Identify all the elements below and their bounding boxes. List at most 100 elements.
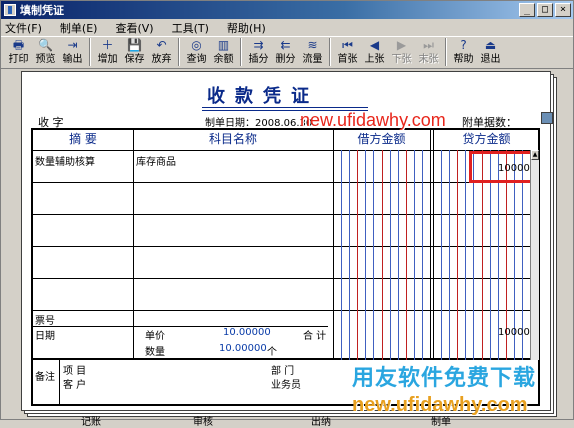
amount-rule bbox=[465, 150, 467, 360]
toolbar-label: 余额 bbox=[213, 54, 234, 65]
amount-rule bbox=[389, 150, 391, 360]
qty-unit: 个 bbox=[267, 347, 277, 358]
toolbar-label: 放弃 bbox=[151, 54, 172, 65]
toolbar-button-9[interactable]: ▥ 余额 bbox=[210, 38, 237, 68]
header-credit: 贷方金额 bbox=[462, 132, 511, 146]
row1-account[interactable]: 库存商品 bbox=[136, 153, 176, 168]
grid-scrollbar[interactable]: ▲ bbox=[530, 150, 539, 360]
toolbar-separator bbox=[89, 38, 91, 66]
maximize-button[interactable]: □ bbox=[537, 3, 553, 17]
footer-cashier: 出纳 bbox=[311, 417, 331, 428]
save-icon: 💾 bbox=[127, 38, 142, 52]
dept-label: 部 门 bbox=[271, 366, 295, 377]
amount-rule bbox=[381, 150, 383, 360]
toolbar-button-21[interactable]: ⏏ 退出 bbox=[477, 38, 504, 68]
toolbar-button-13[interactable]: ≋ 流量 bbox=[299, 38, 326, 68]
toolbar-label: 退出 bbox=[480, 54, 501, 65]
toolbar-button-6[interactable]: ↶ 放弃 bbox=[148, 38, 175, 68]
toolbar-button-4[interactable]: ＋ 增加 bbox=[94, 38, 121, 68]
watermark-cn: 用友软件免费下载 bbox=[352, 366, 537, 391]
toolbar-button-0[interactable]: 🖶 打印 bbox=[5, 38, 32, 68]
voucher-area: 收款凭证 收 字 制单日期：2008.06.30 附单据数： 摘 要 科目名称 … bbox=[21, 71, 557, 428]
preview-icon: 🔍 bbox=[38, 38, 53, 52]
toolbar-button-5[interactable]: 💾 保存 bbox=[121, 38, 148, 68]
footer-audit: 审核 bbox=[193, 417, 213, 428]
qty-label: 数量 bbox=[145, 347, 165, 358]
toolbar-label: 插分 bbox=[248, 54, 269, 65]
amount-rule bbox=[405, 150, 407, 360]
toolbar-label: 查询 bbox=[186, 54, 207, 65]
app-icon bbox=[4, 4, 16, 16]
toolbar-label: 预览 bbox=[35, 54, 56, 65]
toolbar-label: 首张 bbox=[337, 54, 358, 65]
balance-chart-icon: ▥ bbox=[217, 38, 230, 52]
customer-label: 客 户 bbox=[63, 380, 87, 391]
toolbar-label: 保存 bbox=[124, 54, 145, 65]
staff-label: 业务员 bbox=[271, 380, 301, 391]
toolbar-button-1[interactable]: 🔍 预览 bbox=[32, 38, 59, 68]
amount-rule bbox=[397, 150, 399, 360]
unit-price-label: 单价 bbox=[145, 331, 165, 342]
toolbar: 🖶 打印 🔍 预览 ⇥ 输出＋增加 💾 保存 ↶ 放弃 ◎ 查询 ▥ 余额 ⇉ 插分 ⇇ 删分 ≋ 流量 ⏮ 首张 ◀ 上张 ▶… bbox=[1, 36, 573, 69]
toolbar-button-20[interactable]: ? 帮助 bbox=[450, 38, 477, 68]
header-account: 科目名称 bbox=[208, 132, 257, 146]
last-icon: ⏭ bbox=[423, 38, 434, 52]
amount-rule bbox=[441, 150, 443, 360]
menu-voucher[interactable]: 制单(E) bbox=[60, 20, 98, 36]
toolbar-button-15[interactable]: ⏮ 首张 bbox=[334, 38, 361, 68]
watermark-url-top: new.ufidawhy.com bbox=[300, 110, 446, 130]
header-summary: 摘 要 bbox=[69, 132, 97, 146]
toolbar-button-17[interactable]: ▶ 下张 bbox=[388, 38, 415, 68]
title-bar[interactable]: 填制凭证 _ □ × bbox=[1, 1, 573, 19]
voucher-date[interactable]: 制单日期：2008.06.30 bbox=[205, 114, 312, 129]
qty-value[interactable]: 10.00000 bbox=[219, 343, 267, 354]
total-label: 合 计 bbox=[303, 331, 327, 342]
insert-row-icon: ⇉ bbox=[253, 38, 264, 52]
amount-rule bbox=[421, 150, 423, 360]
toolbar-label: 输出 bbox=[62, 54, 83, 65]
minimize-button[interactable]: _ bbox=[519, 3, 535, 17]
next-icon: ▶ bbox=[396, 38, 407, 52]
window-title: 填制凭证 bbox=[20, 4, 64, 17]
amount-rule bbox=[457, 150, 459, 360]
voucher-corner-icon[interactable] bbox=[541, 112, 553, 124]
binoculars-icon: ◎ bbox=[191, 38, 202, 52]
toolbar-separator bbox=[178, 38, 180, 66]
close-button[interactable]: × bbox=[555, 3, 571, 17]
toolbar-button-11[interactable]: ⇉ 插分 bbox=[245, 38, 272, 68]
footer-bookkeep: 记账 bbox=[81, 417, 101, 428]
menu-file[interactable]: 文件(F) bbox=[5, 20, 42, 36]
scroll-up-icon[interactable]: ▲ bbox=[531, 150, 539, 160]
toolbar-separator bbox=[240, 38, 242, 66]
highlight-box bbox=[469, 151, 533, 183]
undo-icon: ↶ bbox=[156, 38, 167, 52]
row1-summary[interactable]: 数量辅助核算 bbox=[35, 153, 95, 168]
export-icon: ⇥ bbox=[67, 38, 78, 52]
voucher-title: 收款凭证 bbox=[207, 86, 319, 107]
add-icon: ＋ bbox=[101, 38, 114, 52]
toolbar-label: 删分 bbox=[275, 54, 296, 65]
menu-help[interactable]: 帮助(H) bbox=[227, 20, 266, 36]
toolbar-separator bbox=[445, 38, 447, 66]
amount-rule bbox=[349, 150, 351, 360]
toolbar-button-2[interactable]: ⇥ 输出 bbox=[59, 38, 86, 68]
toolbar-label: 上张 bbox=[364, 54, 385, 65]
toolbar-button-16[interactable]: ◀ 上张 bbox=[361, 38, 388, 68]
ticket-label: 票号 bbox=[35, 316, 55, 327]
menu-bar: 文件(F) 制单(E) 查看(V) 工具(T) 帮助(H) bbox=[1, 19, 573, 36]
printer-icon: 🖶 bbox=[12, 38, 25, 52]
toolbar-button-12[interactable]: ⇇ 删分 bbox=[272, 38, 299, 68]
header-debit: 借方金额 bbox=[357, 132, 406, 146]
toolbar-button-8[interactable]: ◎ 查询 bbox=[183, 38, 210, 68]
footer-maker: 制单 bbox=[431, 417, 451, 428]
total-credit: 10000 bbox=[498, 327, 530, 338]
toolbar-label: 增加 bbox=[97, 54, 118, 65]
menu-tools[interactable]: 工具(T) bbox=[172, 20, 209, 36]
toolbar-button-18[interactable]: ⏭ 末张 bbox=[415, 38, 442, 68]
first-icon: ⏮ bbox=[342, 38, 353, 52]
voucher-window: 填制凭证 _ □ × 文件(F) 制单(E) 查看(V) 工具(T) 帮助(H)… bbox=[0, 0, 574, 428]
amount-rule bbox=[373, 150, 375, 360]
exit-icon: ⏏ bbox=[484, 38, 497, 52]
menu-view[interactable]: 查看(V) bbox=[115, 20, 153, 36]
unit-price-value[interactable]: 10.00000 bbox=[223, 327, 271, 338]
